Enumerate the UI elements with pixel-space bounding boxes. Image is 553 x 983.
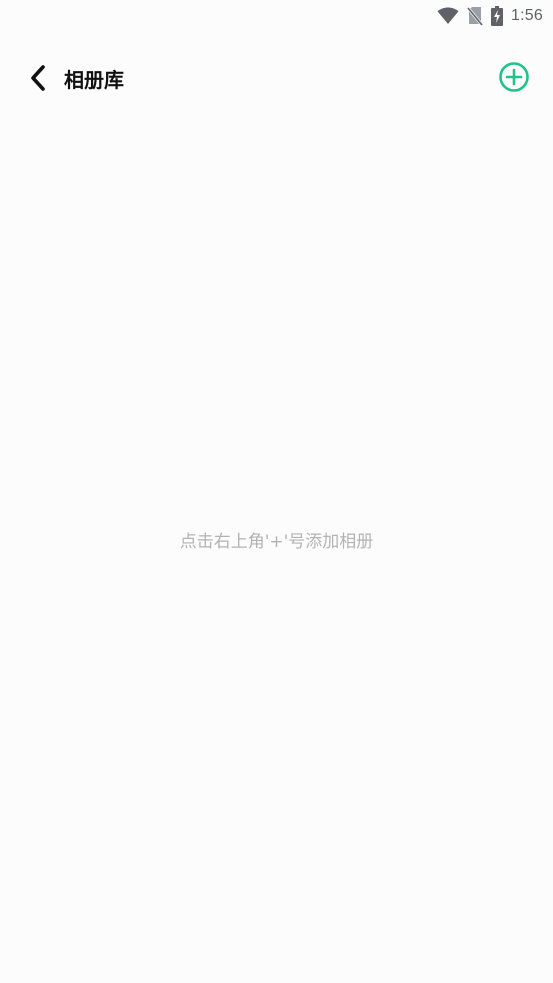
chevron-left-icon [28, 65, 48, 95]
battery-charging-icon [491, 6, 504, 26]
plus-circle-icon [498, 61, 530, 97]
wifi-icon [437, 7, 459, 25]
status-bar: 1:56 [0, 0, 553, 32]
add-album-button[interactable] [497, 62, 531, 96]
empty-state-hint: 点击右上角'+'号添加相册 [179, 532, 374, 552]
back-button[interactable] [22, 64, 54, 96]
no-sim-icon [467, 6, 484, 26]
app-header: 相册库 [0, 48, 553, 112]
status-time: 1:56 [511, 7, 543, 24]
page-title: 相册库 [64, 68, 124, 92]
status-icons: 1:56 [437, 4, 543, 28]
